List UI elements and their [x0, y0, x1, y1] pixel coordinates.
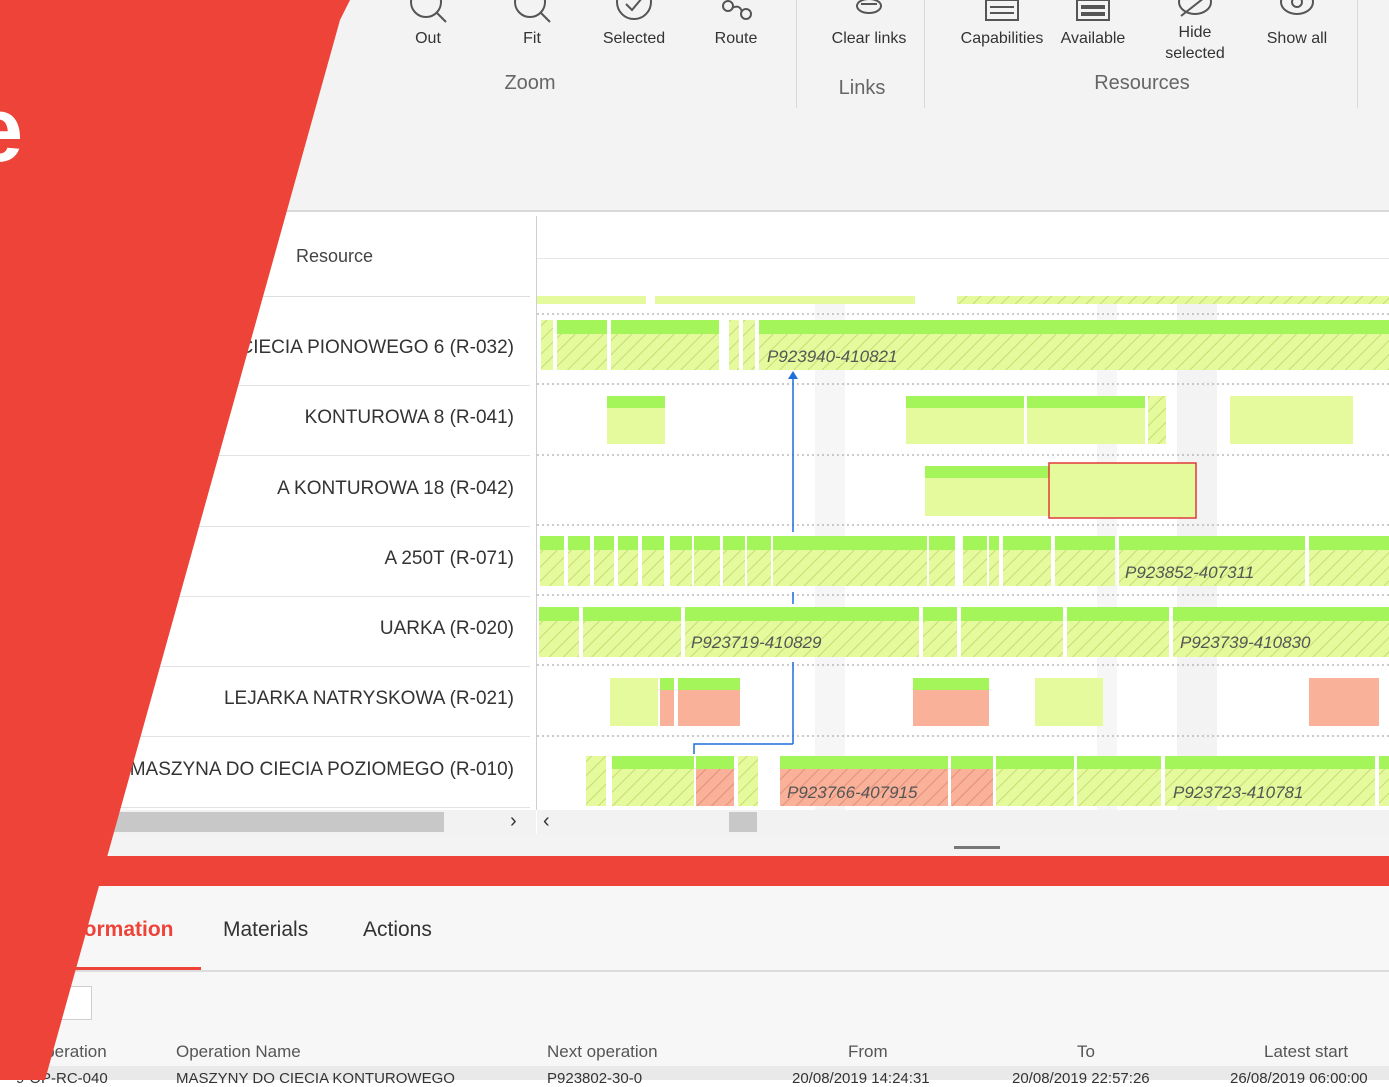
resource-name: CIECIA PIONOWEGO 6 (R-032) — [239, 337, 515, 358]
column-header-latest-start[interactable]: Latest start — [1264, 1042, 1348, 1062]
operation-label[interactable]: P923766-407915 — [787, 783, 918, 802]
gantt-horizontal-scrollbar[interactable]: ‹ — [537, 810, 1389, 834]
scrollbar-thumb[interactable] — [729, 812, 757, 832]
links-group-label: Links — [838, 77, 886, 99]
zoom-fit-icon — [514, 0, 551, 23]
resources-group-label: Resources — [1094, 72, 1190, 94]
capabilities-button[interactable]: Capabilities — [954, 0, 1050, 49]
resource-column-header[interactable]: Resource — [0, 216, 530, 297]
resource-row[interactable]: A KONTUROWA 18 (R-042) — [0, 456, 530, 527]
ribbon-separator — [924, 0, 925, 108]
zoom-selected-label: Selected — [602, 30, 666, 47]
zoom-out-icon — [410, 0, 447, 23]
cell-operation: 9-OP-RC-040 — [16, 1070, 108, 1087]
show-all-button[interactable]: Show all — [1252, 0, 1342, 49]
column-header-to[interactable]: To — [1077, 1042, 1095, 1062]
resource-row[interactable]: KONTUROWA 8 (R-041) — [0, 385, 530, 456]
show-all-icon — [1280, 0, 1314, 15]
column-header-operation-name[interactable]: Operation Name — [176, 1042, 301, 1062]
cell-operation-name: MASZYNY DO CIECIA KONTUROWEGO — [176, 1070, 455, 1087]
operation-label[interactable]: P923719-410829 — [691, 633, 822, 652]
details-panel: information Materials Actions Operation … — [0, 886, 1389, 1087]
gantt-chart[interactable]: P923940-410821 P923852-407311 P923719-41… — [537, 216, 1389, 810]
ribbon-separator — [796, 0, 797, 108]
gantt-canvas: P923940-410821 P923852-407311 P923719-41… — [537, 296, 1389, 810]
zoom-fit-button[interactable]: Fit — [487, 0, 577, 49]
resource-name: UARKA (R-020) — [379, 618, 514, 639]
operation-label[interactable]: P923852-407311 — [1125, 563, 1254, 582]
zoom-out-button[interactable]: Out — [383, 0, 473, 49]
show-all-label: Show all — [1266, 30, 1328, 47]
resource-row[interactable]: CIECIA PIONOWEGO 6 (R-032) — [0, 315, 530, 386]
resource-name: MASZYNA DO CIECIA POZIOMEGO (R-010) — [129, 759, 514, 780]
clear-links-icon — [856, 0, 882, 14]
filter-bar — [0, 124, 1389, 212]
resource-row[interactable]: A 250T (R-071) — [0, 526, 530, 597]
details-tabs: information Materials Actions — [0, 886, 1389, 972]
resource-horizontal-scrollbar[interactable]: › — [0, 810, 536, 834]
zoom-selected-button[interactable]: Selected — [589, 0, 679, 49]
tab-actions[interactable]: Actions — [363, 918, 432, 942]
hide-selected-label: Hide selected — [1165, 24, 1225, 62]
tab-materials[interactable]: Materials — [223, 918, 308, 942]
clear-links-button[interactable]: Clear links — [814, 0, 924, 49]
available-label: Available — [1060, 30, 1126, 47]
column-header-next-operation[interactable]: Next operation — [547, 1042, 658, 1062]
cell-latest-start: 26/08/2019 06:00:00 — [1230, 1070, 1368, 1087]
resource-name: LEJARKA NATRYSKOWA (R-021) — [223, 688, 514, 709]
operation-label[interactable]: P923940-410821 — [767, 347, 897, 366]
operation-label[interactable]: P923723-410781 — [1173, 783, 1303, 802]
ribbon-separator — [1357, 0, 1358, 108]
resource-row[interactable]: UARKA (R-020) — [0, 596, 530, 667]
zoom-out-label: Out — [415, 30, 441, 47]
filter-input[interactable] — [10, 986, 92, 1020]
cell-to: 20/08/2019 22:57:26 — [1012, 1070, 1150, 1087]
cell-from: 20/08/2019 14:24:31 — [792, 1070, 930, 1087]
scroll-left-icon[interactable]: ‹ — [543, 810, 550, 833]
column-header-operation[interactable]: Operation — [32, 1042, 107, 1062]
capabilities-icon — [985, 0, 1019, 21]
zoom-fit-label: Fit — [523, 30, 541, 47]
operation-label[interactable]: P923739-410830 — [1180, 633, 1311, 652]
panel-splitter[interactable] — [0, 834, 1389, 856]
zoom-selected-icon — [616, 0, 652, 20]
hide-selected-icon — [1178, 0, 1212, 17]
resource-name: A 250T (R-071) — [384, 548, 514, 569]
resource-name: KONTUROWA 8 (R-041) — [304, 407, 514, 428]
column-header-from[interactable]: From — [848, 1042, 888, 1062]
hide-selected-button[interactable]: Hide selected — [1150, 0, 1240, 64]
active-tab-indicator — [40, 967, 201, 970]
resource-header-label: Resource — [296, 246, 374, 266]
available-button[interactable]: Available — [1050, 0, 1136, 49]
resource-row[interactable]: MASZYNA DO CIECIA POZIOMEGO (R-010) — [0, 737, 530, 808]
resource-row[interactable]: LEJARKA NATRYSKOWA (R-021) — [0, 666, 530, 737]
available-icon — [1076, 0, 1110, 21]
scroll-right-icon[interactable]: › — [510, 810, 517, 833]
route-icon — [722, 0, 752, 20]
cell-next-operation: P923802-30-0 — [547, 1070, 643, 1087]
resource-name: A KONTUROWA 18 (R-042) — [277, 478, 514, 499]
splitter-grip-icon[interactable] — [954, 846, 1000, 849]
route-label: Route — [714, 30, 758, 47]
accent-band — [0, 856, 1389, 886]
scrollbar-thumb[interactable] — [0, 812, 444, 832]
route-button[interactable]: Route — [691, 0, 781, 49]
tab-information[interactable]: information — [58, 918, 174, 942]
ribbon-toolbar: Out Fit Selected Route Zoom Clear links … — [0, 0, 1389, 125]
zoom-group-label: Zoom — [504, 72, 556, 94]
capabilities-label: Capabilities — [960, 30, 1044, 47]
resource-grid: Resource CIECIA PIONOWEGO 6 (R-032) KONT… — [0, 216, 537, 810]
clear-links-label: Clear links — [831, 30, 907, 47]
